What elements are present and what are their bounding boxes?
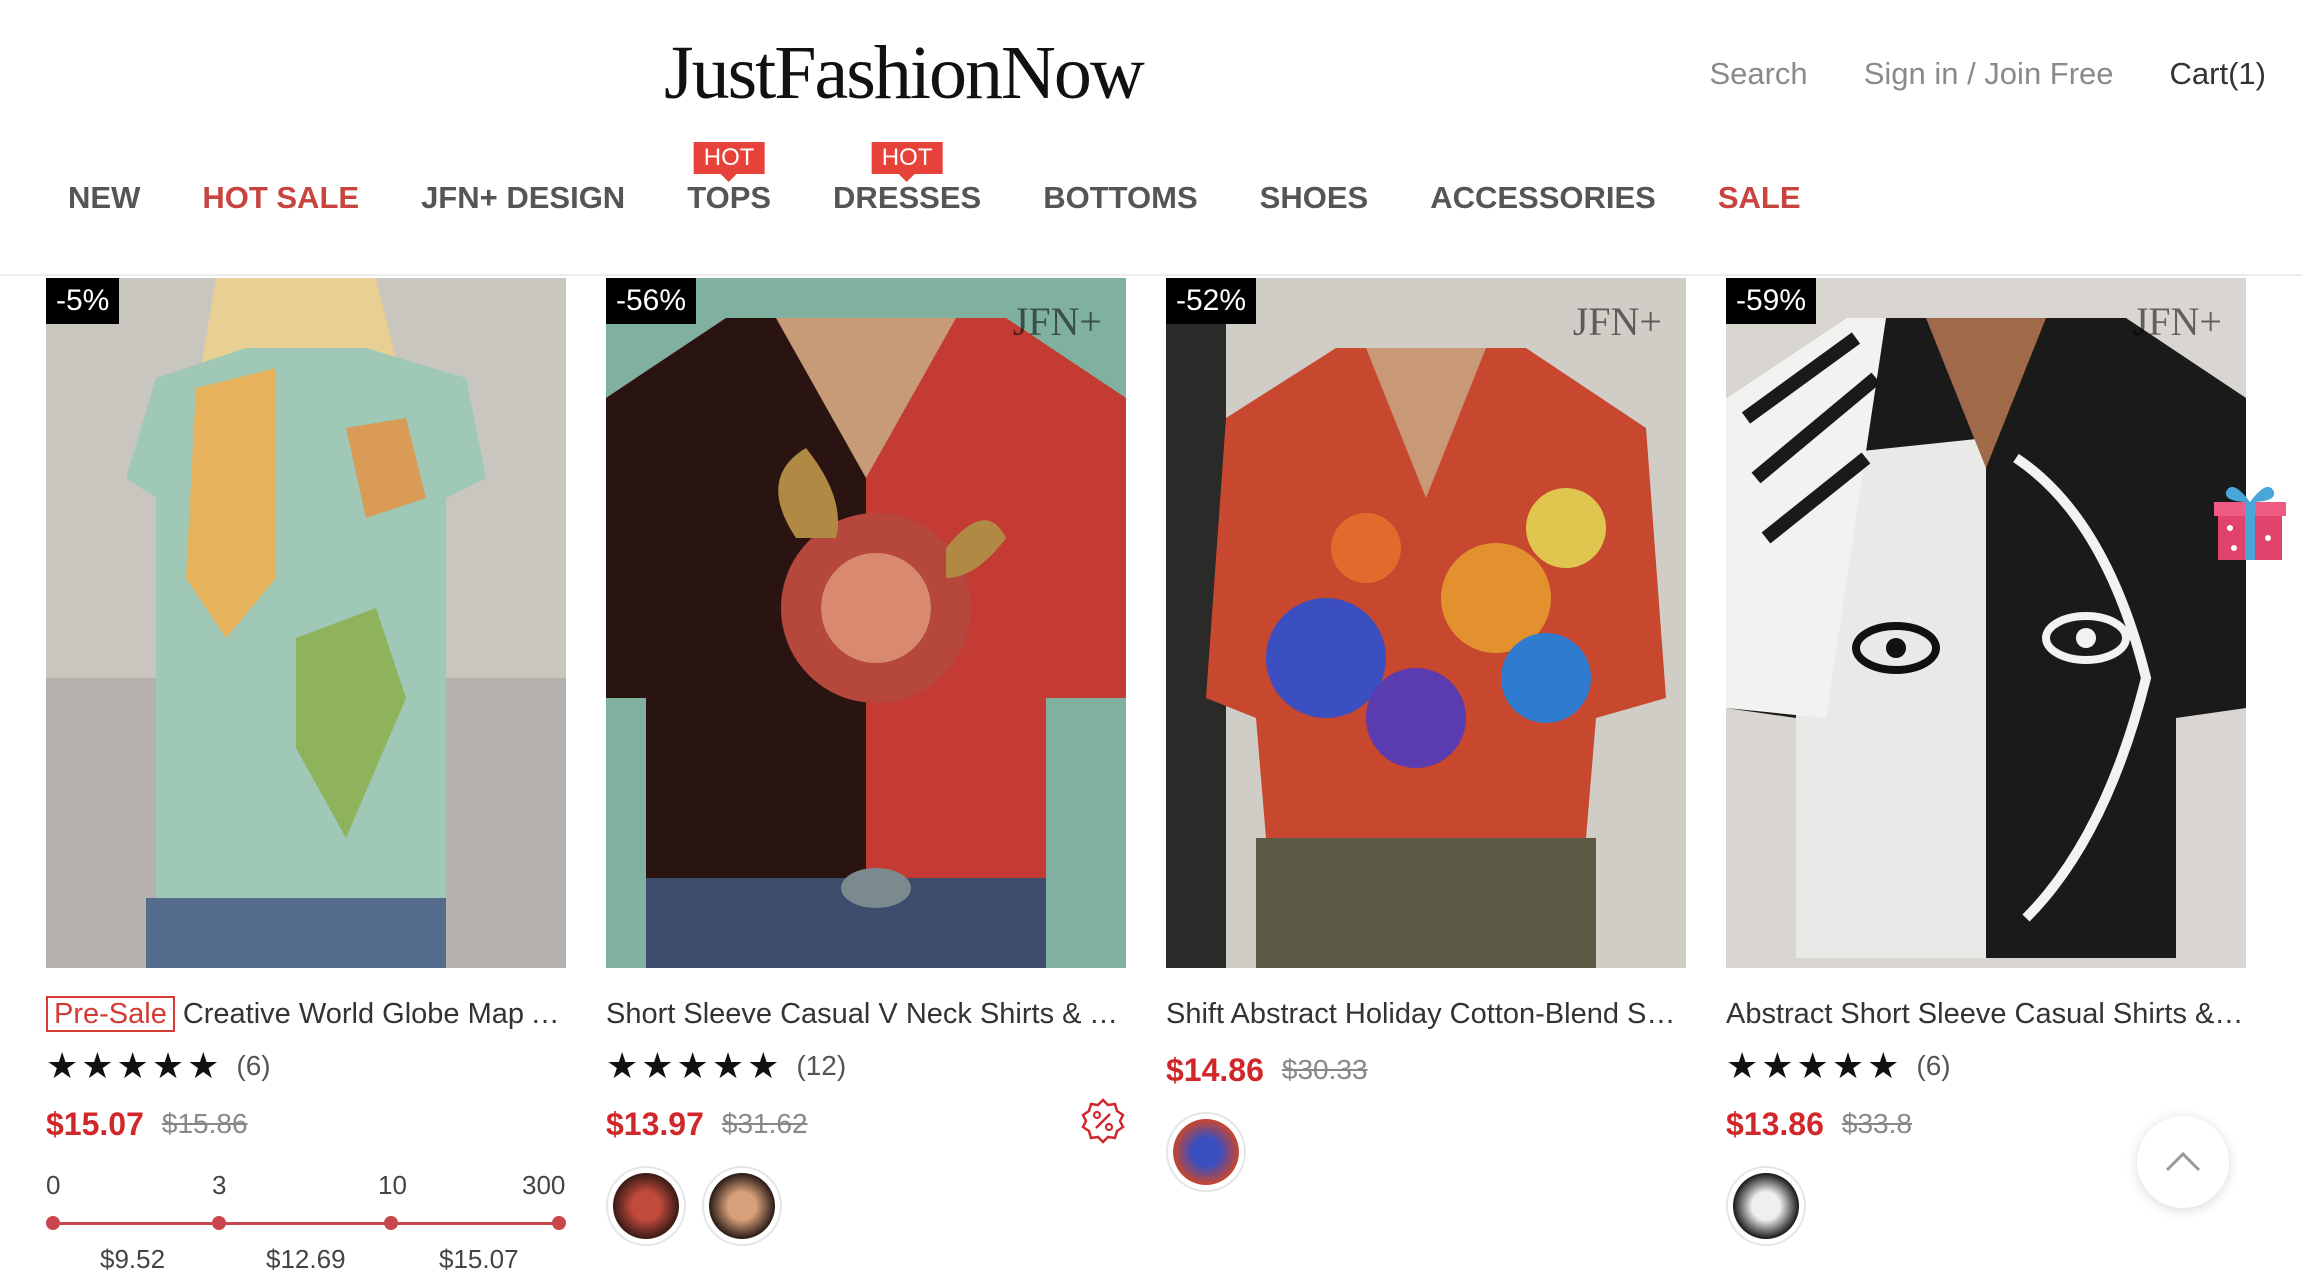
tier-quantity: 10 bbox=[378, 1170, 407, 1200]
nav-item-tops[interactable]: HOT TOPS bbox=[687, 142, 772, 216]
discount-badge: -59% bbox=[1726, 278, 1817, 324]
discount-badge: -52% bbox=[1166, 278, 1257, 324]
product-title[interactable]: Abstract Short Sleeve Casual Shirts & To… bbox=[1726, 994, 2246, 1034]
tier-quantity: 0 bbox=[46, 1170, 61, 1200]
star-rating: ★★★★★ bbox=[46, 1045, 223, 1086]
tier-dot bbox=[384, 1216, 398, 1230]
review-count: (12) bbox=[796, 1050, 847, 1081]
discount-badge: -56% bbox=[606, 278, 697, 324]
sale-price: $13.97 bbox=[606, 1105, 704, 1142]
nav-item-sale[interactable]: SALE bbox=[1718, 180, 1801, 216]
nav-label: BOTTOMS bbox=[1043, 180, 1198, 215]
nav-item-bottoms[interactable]: BOTTOMS bbox=[1043, 180, 1197, 216]
nav-item-new[interactable]: NEW bbox=[68, 180, 140, 216]
nav-item-shoes[interactable]: SHOES bbox=[1260, 180, 1369, 216]
presale-tag: Pre-Sale bbox=[46, 996, 175, 1032]
nav-label: ACCESSORIES bbox=[1430, 180, 1656, 215]
chevron-up-icon bbox=[2165, 1151, 2201, 1172]
nav-label: SALE bbox=[1717, 180, 1801, 215]
product-photo-world-map-tee bbox=[46, 278, 566, 968]
percent-badge-icon[interactable] bbox=[1080, 1098, 1126, 1144]
sale-price: $15.07 bbox=[46, 1105, 144, 1142]
product-title[interactable]: Shift Abstract Holiday Cotton-Blend Shir… bbox=[1166, 994, 1686, 1034]
review-count: (6) bbox=[1916, 1050, 1951, 1081]
rating-row: ★★★★★ (6) bbox=[1726, 1044, 2246, 1088]
nav-item-hot-sale[interactable]: HOT SALE bbox=[202, 180, 359, 216]
nav-label: HOT SALE bbox=[202, 180, 360, 215]
tier-line bbox=[52, 1222, 560, 1225]
main-nav: NEW HOT SALE JFN+ DESIGN HOT TOPS HOT DRES… bbox=[68, 142, 1801, 216]
nav-item-jfn-design[interactable]: JFN+ DESIGN bbox=[421, 180, 625, 216]
rating-row: ★★★★★ (12) bbox=[606, 1044, 1126, 1088]
original-price: $30.33 bbox=[1281, 1054, 1368, 1085]
brand-watermark: JFN+ bbox=[1012, 299, 1102, 344]
tier-dot bbox=[212, 1216, 226, 1230]
swatch-image bbox=[709, 1173, 775, 1239]
color-swatch[interactable] bbox=[702, 1166, 782, 1246]
nav-label: NEW bbox=[68, 180, 141, 215]
product-card[interactable]: -56% JFN+ Short Sleeve Casual V Neck Shi… bbox=[606, 278, 1126, 1246]
rating-row: ★★★★★ (6) bbox=[46, 1044, 566, 1088]
price-row: $13.97 $31.62 bbox=[606, 1098, 1126, 1146]
site-logo[interactable]: JustFashionNow bbox=[664, 30, 1145, 117]
tier-price: $9.52 bbox=[100, 1244, 166, 1274]
nav-label: SHOES bbox=[1259, 180, 1369, 215]
tier-price: $12.69 bbox=[266, 1244, 346, 1274]
color-swatch[interactable] bbox=[1726, 1166, 1806, 1246]
product-photo-face-print-tee bbox=[1726, 278, 2246, 968]
cart-link[interactable]: Cart(1) bbox=[2170, 56, 2266, 92]
nav-label: JFN+ DESIGN bbox=[421, 180, 626, 215]
color-swatch[interactable] bbox=[606, 1166, 686, 1246]
swatch-image bbox=[1733, 1173, 1799, 1239]
product-title[interactable]: Short Sleeve Casual V Neck Shirts & Tops bbox=[606, 994, 1126, 1034]
brand-watermark: JFN+ bbox=[1572, 299, 1662, 344]
original-price: $33.8 bbox=[1841, 1108, 1912, 1139]
star-rating: ★★★★★ bbox=[606, 1045, 783, 1086]
tier-dot bbox=[46, 1216, 60, 1230]
tier-dot bbox=[552, 1216, 566, 1230]
nav-item-dresses[interactable]: HOT DRESSES bbox=[833, 142, 982, 216]
swatch-image bbox=[613, 1173, 679, 1239]
scroll-top-button[interactable] bbox=[2137, 1116, 2229, 1208]
product-title[interactable]: Pre-Sale Creative World Globe Map A... bbox=[46, 994, 566, 1034]
price-row: $15.07 $15.86 bbox=[46, 1102, 566, 1146]
product-card[interactable]: -59% JFN+ Abstract Short Sleeve Casual S… bbox=[1726, 278, 2246, 1246]
hot-badge: HOT bbox=[693, 142, 765, 174]
original-price: $15.86 bbox=[161, 1108, 248, 1139]
product-image[interactable]: -5% bbox=[46, 278, 566, 968]
hot-badge: HOT bbox=[871, 142, 943, 174]
product-card[interactable]: -52% JFN+ Shift Abstract Holiday Cotton-… bbox=[1166, 278, 1686, 1192]
gift-icon[interactable] bbox=[2212, 478, 2288, 564]
color-swatches bbox=[1166, 1112, 1686, 1192]
product-image[interactable]: -56% JFN+ bbox=[606, 278, 1126, 968]
search-link[interactable]: Search bbox=[1709, 56, 1807, 92]
original-price: $31.62 bbox=[721, 1108, 808, 1139]
product-card[interactable]: -5% Pre-Sale Creative World Globe Map A..… bbox=[46, 278, 566, 1276]
product-photo-rose-tee bbox=[606, 278, 1126, 968]
product-image[interactable]: -59% JFN+ bbox=[1726, 278, 2246, 968]
product-photo-abstract-bubble-shirt bbox=[1166, 278, 1686, 968]
color-swatches bbox=[606, 1166, 1126, 1246]
sale-price: $14.86 bbox=[1166, 1051, 1264, 1088]
nav-label: DRESSES bbox=[833, 180, 982, 215]
product-image[interactable]: -52% JFN+ bbox=[1166, 278, 1686, 968]
quantity-price-tiers: 0 3 10 300 $9.52 $12.69 $15.07 bbox=[46, 1170, 566, 1276]
sale-price: $13.86 bbox=[1726, 1105, 1824, 1142]
product-title-text: Creative World Globe Map A... bbox=[182, 998, 566, 1030]
top-links: Search Sign in / Join Free Cart(1) bbox=[1709, 56, 2266, 92]
star-rating: ★★★★★ bbox=[1726, 1045, 1903, 1086]
price-row: $14.86 $30.33 bbox=[1166, 1048, 1686, 1092]
tier-price: $15.07 bbox=[439, 1244, 519, 1274]
tier-quantity: 300 bbox=[522, 1170, 566, 1200]
color-swatch[interactable] bbox=[1166, 1112, 1246, 1192]
signin-link[interactable]: Sign in / Join Free bbox=[1864, 56, 2114, 92]
site-header: JustFashionNow Search Sign in / Join Fre… bbox=[0, 0, 2302, 276]
review-count: (6) bbox=[236, 1050, 271, 1081]
tier-quantity: 3 bbox=[212, 1170, 227, 1200]
nav-label: TOPS bbox=[687, 180, 772, 215]
nav-item-accessories[interactable]: ACCESSORIES bbox=[1430, 180, 1656, 216]
brand-watermark: JFN+ bbox=[2132, 299, 2222, 344]
swatch-image bbox=[1173, 1119, 1239, 1185]
discount-badge: -5% bbox=[46, 278, 120, 324]
